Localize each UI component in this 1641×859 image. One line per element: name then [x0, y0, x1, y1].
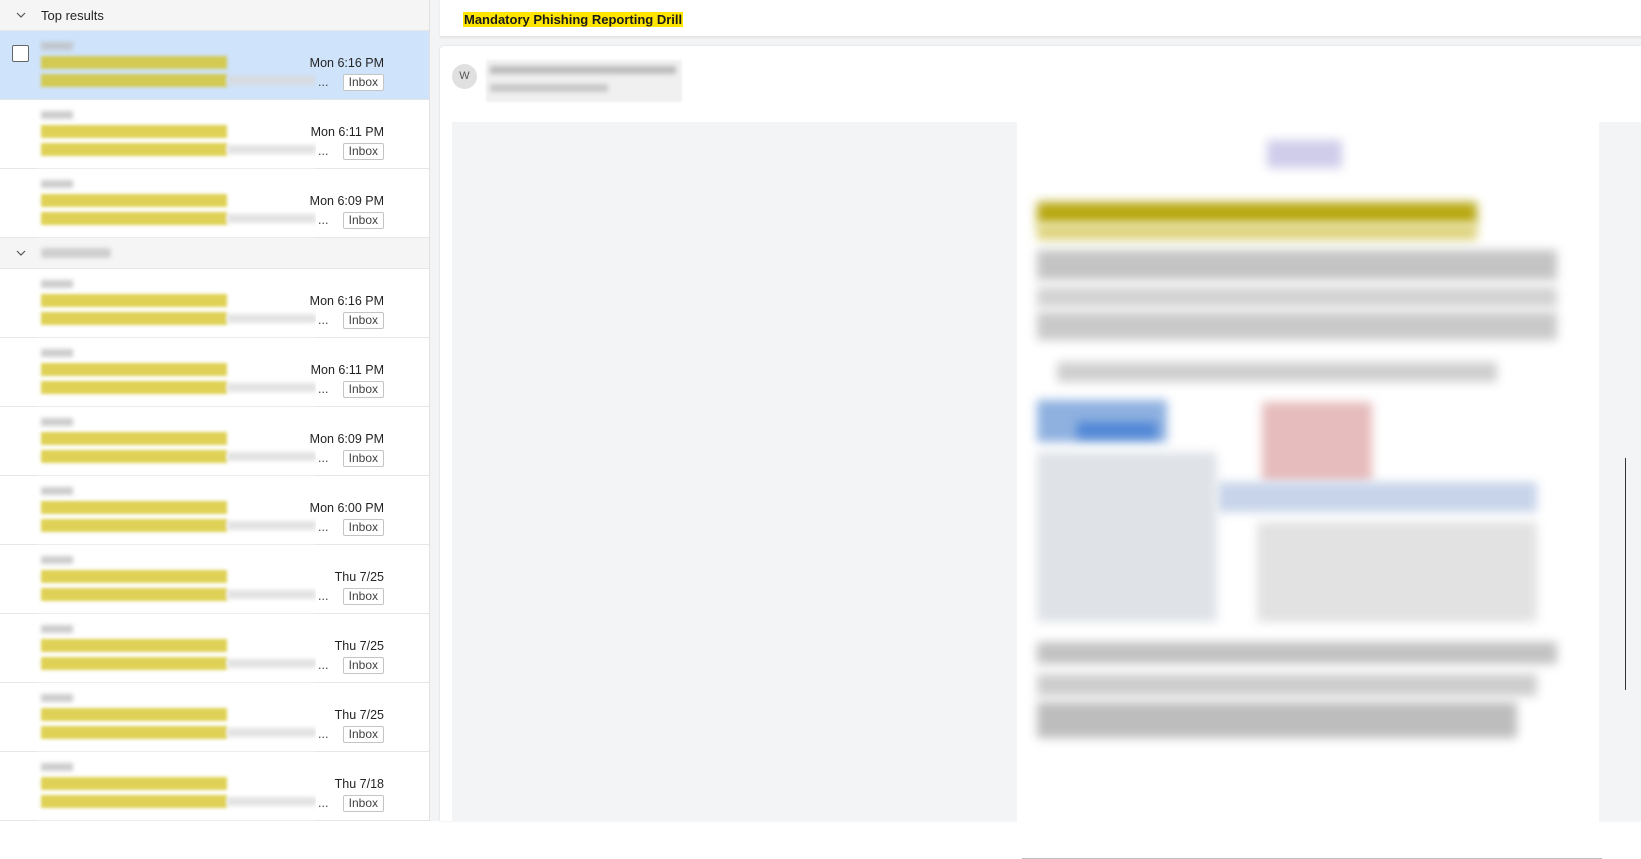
- folder-badge[interactable]: Inbox: [342, 143, 384, 160]
- message-time: Mon 6:16 PM: [309, 56, 384, 70]
- folder-badge[interactable]: Inbox: [342, 519, 384, 536]
- message-row[interactable]: Thu 7/18 ... Inbox: [0, 752, 429, 821]
- folder-badge[interactable]: Inbox: [342, 450, 384, 467]
- message-time: Mon 6:11 PM: [310, 125, 384, 139]
- group-header-redacted[interactable]: [0, 238, 429, 269]
- message-time: Thu 7/25: [334, 639, 384, 653]
- folder-badge[interactable]: Inbox: [342, 726, 384, 743]
- preview-ellipsis: ...: [318, 451, 329, 465]
- redacted-sender-info: [486, 60, 682, 102]
- message-row[interactable]: Mon 6:11 PM ... Inbox: [0, 100, 429, 169]
- preview-ellipsis: ...: [318, 520, 329, 534]
- preview-ellipsis: ...: [318, 382, 329, 396]
- preview-ellipsis: ...: [318, 796, 329, 810]
- redacted-group-label: [41, 248, 111, 258]
- preview-ellipsis: ...: [318, 589, 329, 603]
- divider: [1625, 458, 1626, 690]
- preview-ellipsis: ...: [318, 727, 329, 741]
- message-row[interactable]: Mon 6:09 PM ... Inbox: [0, 169, 429, 238]
- message-time: Mon 6:09 PM: [309, 432, 384, 446]
- redacted-message-preview: [37, 105, 316, 169]
- message-time: Mon 6:00 PM: [309, 501, 384, 515]
- reading-pane: Mandatory Phishing Reporting Drill W: [430, 0, 1641, 859]
- redacted-message-preview: [37, 619, 316, 683]
- folder-badge[interactable]: Inbox: [342, 74, 384, 91]
- message-row[interactable]: Mon 6:00 PM ... Inbox: [0, 476, 429, 545]
- message-row[interactable]: Thu 7/25 ... Inbox: [0, 614, 429, 683]
- preview-ellipsis: ...: [318, 213, 329, 227]
- folder-badge[interactable]: Inbox: [342, 312, 384, 329]
- subject-bar: Mandatory Phishing Reporting Drill: [440, 0, 1641, 37]
- folder-badge[interactable]: Inbox: [342, 588, 384, 605]
- redacted-message-preview: [37, 550, 316, 614]
- preview-ellipsis: ...: [318, 144, 329, 158]
- message-subject: Mandatory Phishing Reporting Drill: [463, 12, 684, 27]
- message-time: Thu 7/25: [334, 708, 384, 722]
- redacted-message-preview: [37, 274, 316, 338]
- message-time: Mon 6:16 PM: [309, 294, 384, 308]
- redacted-message-preview: [37, 412, 316, 476]
- select-checkbox[interactable]: [12, 45, 29, 62]
- message-time: Mon 6:11 PM: [310, 363, 384, 377]
- folder-badge[interactable]: Inbox: [342, 657, 384, 674]
- group-label: Top results: [41, 7, 104, 23]
- folder-badge[interactable]: Inbox: [342, 795, 384, 812]
- chevron-down-icon[interactable]: [15, 9, 27, 21]
- preview-ellipsis: ...: [318, 75, 329, 89]
- group-header-top-results[interactable]: Top results: [0, 0, 429, 31]
- redacted-message-preview: [37, 174, 316, 238]
- message-time: Thu 7/25: [334, 570, 384, 584]
- message-time: Mon 6:09 PM: [309, 194, 384, 208]
- message-row[interactable]: Mon 6:16 PM ... Inbox: [0, 269, 429, 338]
- message-row[interactable]: Mon 6:09 PM ... Inbox: [0, 407, 429, 476]
- message-body: [452, 122, 1641, 859]
- message-list[interactable]: Top results Mon 6:16 PM ... Inbox Mon 6:…: [0, 0, 430, 821]
- redacted-message-preview: [37, 688, 316, 752]
- redacted-message-preview: [37, 481, 316, 545]
- message-time: Thu 7/18: [334, 777, 384, 791]
- preview-ellipsis: ...: [318, 658, 329, 672]
- message-row[interactable]: Mon 6:11 PM ... Inbox: [0, 338, 429, 407]
- redacted-message-preview: [37, 757, 316, 821]
- avatar[interactable]: W: [452, 64, 477, 89]
- preview-ellipsis: ...: [318, 313, 329, 327]
- folder-badge[interactable]: Inbox: [342, 212, 384, 229]
- message-row[interactable]: Mon 6:16 PM ... Inbox: [0, 31, 429, 100]
- message-card: W: [440, 46, 1641, 859]
- redacted-email-content: [1017, 122, 1599, 822]
- message-row[interactable]: Thu 7/25 ... Inbox: [0, 683, 429, 752]
- redacted-message-preview: [37, 343, 316, 407]
- folder-badge[interactable]: Inbox: [342, 381, 384, 398]
- chevron-down-icon[interactable]: [15, 247, 27, 259]
- message-row[interactable]: Thu 7/25 ... Inbox: [0, 545, 429, 614]
- redacted-message-preview: [37, 36, 316, 100]
